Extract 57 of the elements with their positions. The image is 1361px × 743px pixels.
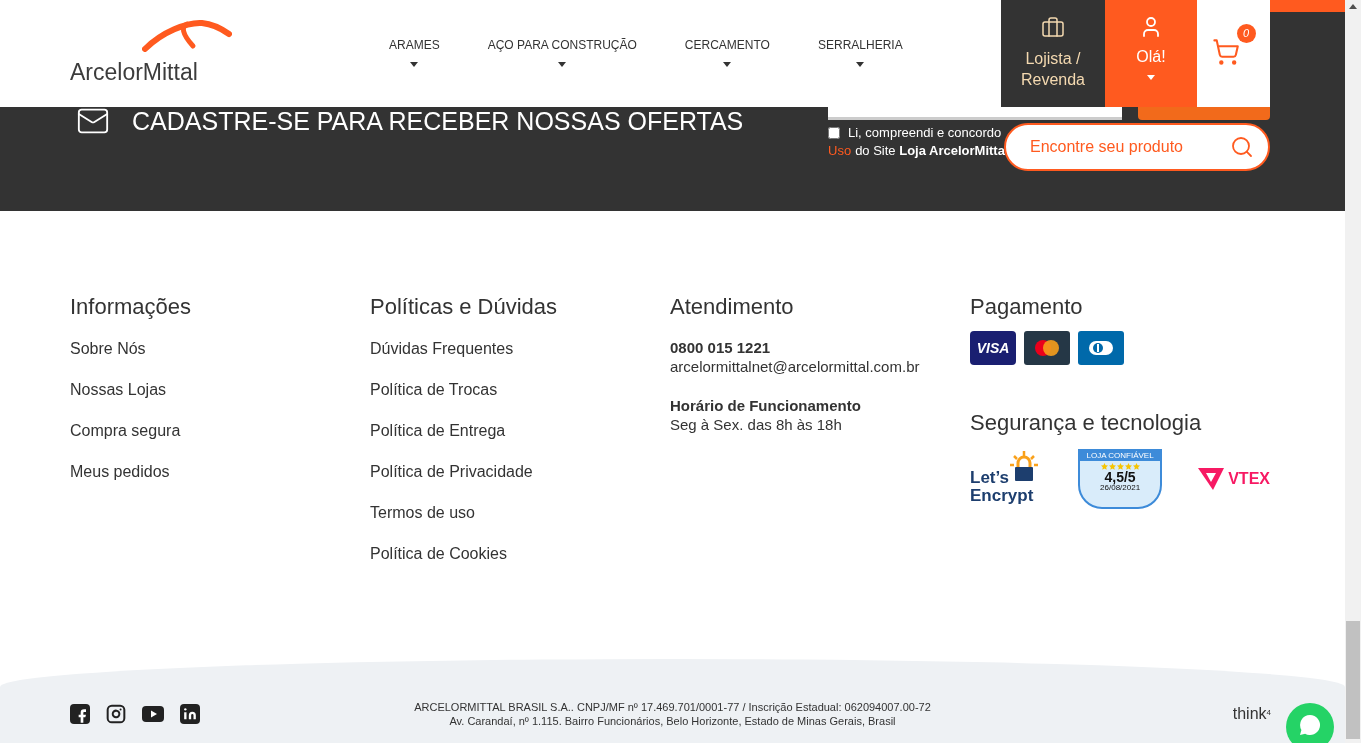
search-icon[interactable] [1230,135,1254,159]
consent-text: do Site Loja ArcelorMitta [855,142,1005,160]
caret-icon [723,62,732,67]
agency-credit: think$^{4}$ [1232,704,1271,724]
linkedin-icon[interactable] [180,704,200,724]
letsencrypt-logo: Let’s Encrypt [970,451,1042,507]
search-field[interactable]: Encontre seu produto [1004,123,1270,171]
facebook-icon[interactable] [70,704,90,724]
newsletter-heading: CADASTRE-SE PARA RECEBER NOSSAS OFERTAS [132,106,744,136]
visa-card-icon: VISA [970,331,1016,365]
nav-menu-item[interactable]: AÇO PARA CONSTRUÇÃO [463,36,661,67]
caret-icon [558,62,567,67]
legal-text: Av. Carandaí, nº 1.115. Bairro Funcionários, Belo Horizonte, Estado de Minas Gerais, Brasil [449,714,896,728]
search-input[interactable]: Encontre seu produto [1030,135,1220,159]
column-heading: Informações [70,293,193,321]
consent-checkbox[interactable] [828,127,840,139]
column-heading: Atendimento [670,293,795,321]
luggage-icon [1041,16,1065,40]
instagram-icon[interactable] [106,704,126,724]
nav-menu-item[interactable]: SERRALHERIA [793,36,927,67]
nav-menu-item[interactable]: CERCAMENTO [660,36,794,67]
footer-link[interactable]: Dúvidas Frequentes [370,339,514,359]
footer-link[interactable]: Termos de uso [370,503,475,523]
phone-number: 0800 015 1221 [670,339,772,357]
cart-count-badge: 0 [1236,24,1256,43]
diners-card-icon [1078,331,1124,365]
footer-link[interactable]: Compra segura [70,421,181,441]
trust-seal-badge: LOJA CONFIÁVEL 4,5/5 26/08/2021 [1078,449,1163,509]
column-heading: Políticas e Dúvidas [370,293,559,321]
youtube-icon[interactable] [142,706,164,722]
footer-link[interactable]: Sobre Nós [70,339,146,359]
company-logo[interactable]: ArcelorMittal [70,17,232,84]
nav-menu-item[interactable]: ARAMES [365,36,464,67]
footer-link[interactable]: Política de Trocas [370,380,498,400]
hours-text: Seg à Sex. das 8h às 18h [670,415,843,435]
scroll-up-arrow-icon[interactable] [1349,4,1357,9]
hours-heading: Horário de Funcionamento [670,397,862,415]
column-heading: Segurança e tecnologia [970,409,1203,437]
email-link[interactable]: arcelormittalnet@arcelormittal.com.br [670,357,920,377]
caret-icon [1147,75,1155,80]
scrollbar-thumb[interactable] [1346,621,1360,739]
email-input-field[interactable] [828,107,1122,120]
footer-link[interactable]: Política de Entrega [370,421,506,441]
footer-link[interactable]: Meus pedidos [70,462,170,482]
mastercard-card-icon [1024,331,1070,365]
terms-link[interactable]: Uso [828,142,852,160]
consent-text: Li, compreendi e concordo [848,124,1002,142]
cart-icon [1211,38,1240,66]
footer-link[interactable]: Política de Privacidade [370,462,533,482]
legal-text: ARCELORMITTAL BRASIL S.A.. CNPJ/MF nº 17.469.701/0001-77 / Inscrição Estadual: 062094007.00-72 [414,700,931,714]
caret-icon [856,62,865,67]
caret-icon [410,62,419,67]
scrollbar[interactable] [1345,0,1361,743]
column-heading: Pagamento [970,293,1084,321]
footer-link[interactable]: Política de Cookies [370,544,507,564]
footer-link[interactable]: Nossas Lojas [70,380,167,400]
vtex-logo: VTEX [1198,467,1270,491]
